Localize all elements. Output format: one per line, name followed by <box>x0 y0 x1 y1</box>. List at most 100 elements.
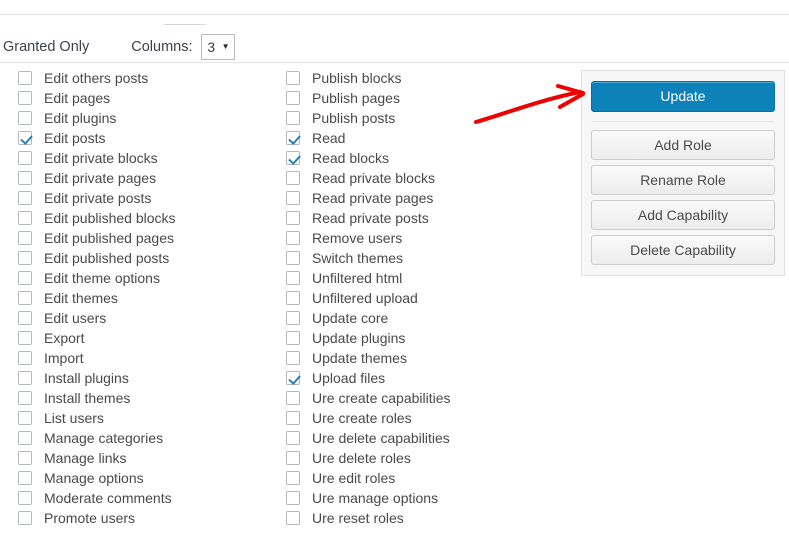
capability-row[interactable]: Manage options <box>18 468 268 488</box>
checkbox-unchecked[interactable] <box>286 471 300 485</box>
capability-row[interactable]: Promote users <box>18 508 268 528</box>
capability-row[interactable]: Install themes <box>18 388 268 408</box>
capability-row[interactable]: Export <box>18 328 268 348</box>
capability-row[interactable]: Update plugins <box>286 328 536 348</box>
capability-row[interactable]: Upload files <box>286 368 536 388</box>
capability-row[interactable]: List users <box>18 408 268 428</box>
capability-row[interactable]: Ure manage options <box>286 488 536 508</box>
checkbox-unchecked[interactable] <box>18 211 32 225</box>
checkbox-unchecked[interactable] <box>286 411 300 425</box>
capability-row[interactable]: Edit posts <box>18 128 268 148</box>
checkbox-unchecked[interactable] <box>18 371 32 385</box>
capability-row[interactable]: Publish blocks <box>286 68 536 88</box>
capability-row[interactable]: Ure reset roles <box>286 508 536 528</box>
checkbox-checked[interactable] <box>18 131 32 145</box>
checkbox-checked[interactable] <box>286 371 300 385</box>
capability-row[interactable]: Moderate comments <box>18 488 268 508</box>
granted-only-label[interactable]: Granted Only <box>3 39 89 55</box>
checkbox-unchecked[interactable] <box>18 511 32 525</box>
checkbox-unchecked[interactable] <box>18 71 32 85</box>
capability-row[interactable]: Read private posts <box>286 208 536 228</box>
capability-row[interactable]: Ure create roles <box>286 408 536 428</box>
checkbox-unchecked[interactable] <box>286 71 300 85</box>
checkbox-unchecked[interactable] <box>286 291 300 305</box>
capability-row[interactable]: Ure delete roles <box>286 448 536 468</box>
delete-capability-button[interactable]: Delete Capability <box>591 235 775 265</box>
checkbox-unchecked[interactable] <box>286 171 300 185</box>
capability-row[interactable]: Remove users <box>286 228 536 248</box>
capability-row[interactable]: Publish posts <box>286 108 536 128</box>
capability-row[interactable]: Edit themes <box>18 288 268 308</box>
checkbox-unchecked[interactable] <box>18 151 32 165</box>
capability-row[interactable]: Manage categories <box>18 428 268 448</box>
checkbox-unchecked[interactable] <box>18 311 32 325</box>
checkbox-unchecked[interactable] <box>286 231 300 245</box>
capability-row[interactable]: Edit private blocks <box>18 148 268 168</box>
capability-row[interactable]: Read private blocks <box>286 168 536 188</box>
checkbox-unchecked[interactable] <box>286 451 300 465</box>
checkbox-unchecked[interactable] <box>286 431 300 445</box>
checkbox-unchecked[interactable] <box>286 191 300 205</box>
capability-row[interactable]: Publish pages <box>286 88 536 108</box>
checkbox-unchecked[interactable] <box>286 111 300 125</box>
checkbox-unchecked[interactable] <box>18 411 32 425</box>
rename-role-button[interactable]: Rename Role <box>591 165 775 195</box>
capability-row[interactable]: Import <box>18 348 268 368</box>
checkbox-unchecked[interactable] <box>286 271 300 285</box>
checkbox-unchecked[interactable] <box>18 251 32 265</box>
capability-row[interactable]: Edit published posts <box>18 248 268 268</box>
capability-row[interactable]: Edit published pages <box>18 228 268 248</box>
capability-row[interactable]: Ure create capabilities <box>286 388 536 408</box>
capability-row[interactable]: Switch themes <box>286 248 536 268</box>
capability-row[interactable]: Read <box>286 128 536 148</box>
checkbox-unchecked[interactable] <box>18 431 32 445</box>
checkbox-unchecked[interactable] <box>286 91 300 105</box>
checkbox-unchecked[interactable] <box>18 271 32 285</box>
capability-row[interactable]: Unfiltered html <box>286 268 536 288</box>
capability-row[interactable]: Update themes <box>286 348 536 368</box>
capability-row[interactable]: Edit pages <box>18 88 268 108</box>
checkbox-unchecked[interactable] <box>286 511 300 525</box>
capability-row[interactable]: Edit published blocks <box>18 208 268 228</box>
capability-row[interactable]: Read private pages <box>286 188 536 208</box>
checkbox-checked[interactable] <box>286 131 300 145</box>
checkbox-unchecked[interactable] <box>18 331 32 345</box>
capability-row[interactable]: Edit others posts <box>18 68 268 88</box>
update-button[interactable]: Update <box>591 81 775 112</box>
checkbox-unchecked[interactable] <box>286 391 300 405</box>
checkbox-unchecked[interactable] <box>18 231 32 245</box>
capability-row[interactable]: Install plugins <box>18 368 268 388</box>
checkbox-unchecked[interactable] <box>18 191 32 205</box>
capability-row[interactable]: Edit theme options <box>18 268 268 288</box>
capability-row[interactable]: Manage links <box>18 448 268 468</box>
checkbox-unchecked[interactable] <box>18 351 32 365</box>
checkbox-unchecked[interactable] <box>286 491 300 505</box>
checkbox-unchecked[interactable] <box>18 291 32 305</box>
checkbox-unchecked[interactable] <box>18 471 32 485</box>
capability-row[interactable]: Edit plugins <box>18 108 268 128</box>
checkbox-checked[interactable] <box>286 151 300 165</box>
capability-row[interactable]: Edit private pages <box>18 168 268 188</box>
checkbox-unchecked[interactable] <box>18 391 32 405</box>
capability-row[interactable]: Update core <box>286 308 536 328</box>
checkbox-unchecked[interactable] <box>18 111 32 125</box>
checkbox-unchecked[interactable] <box>18 491 32 505</box>
columns-select[interactable]: 3 ▼ <box>200 34 235 60</box>
capability-row[interactable]: Ure delete capabilities <box>286 428 536 448</box>
capability-row[interactable]: Unfiltered upload <box>286 288 536 308</box>
add-capability-button[interactable]: Add Capability <box>591 200 775 230</box>
checkbox-unchecked[interactable] <box>286 251 300 265</box>
add-role-button[interactable]: Add Role <box>591 130 775 160</box>
checkbox-unchecked[interactable] <box>286 331 300 345</box>
checkbox-unchecked[interactable] <box>18 171 32 185</box>
capability-row[interactable]: Edit users <box>18 308 268 328</box>
checkbox-unchecked[interactable] <box>286 351 300 365</box>
checkbox-unchecked[interactable] <box>18 91 32 105</box>
checkbox-unchecked[interactable] <box>286 211 300 225</box>
checkbox-unchecked[interactable] <box>18 451 32 465</box>
capability-label: Ure create capabilities <box>312 390 451 406</box>
capability-row[interactable]: Read blocks <box>286 148 536 168</box>
capability-row[interactable]: Ure edit roles <box>286 468 536 488</box>
capability-row[interactable]: Edit private posts <box>18 188 268 208</box>
checkbox-unchecked[interactable] <box>286 311 300 325</box>
